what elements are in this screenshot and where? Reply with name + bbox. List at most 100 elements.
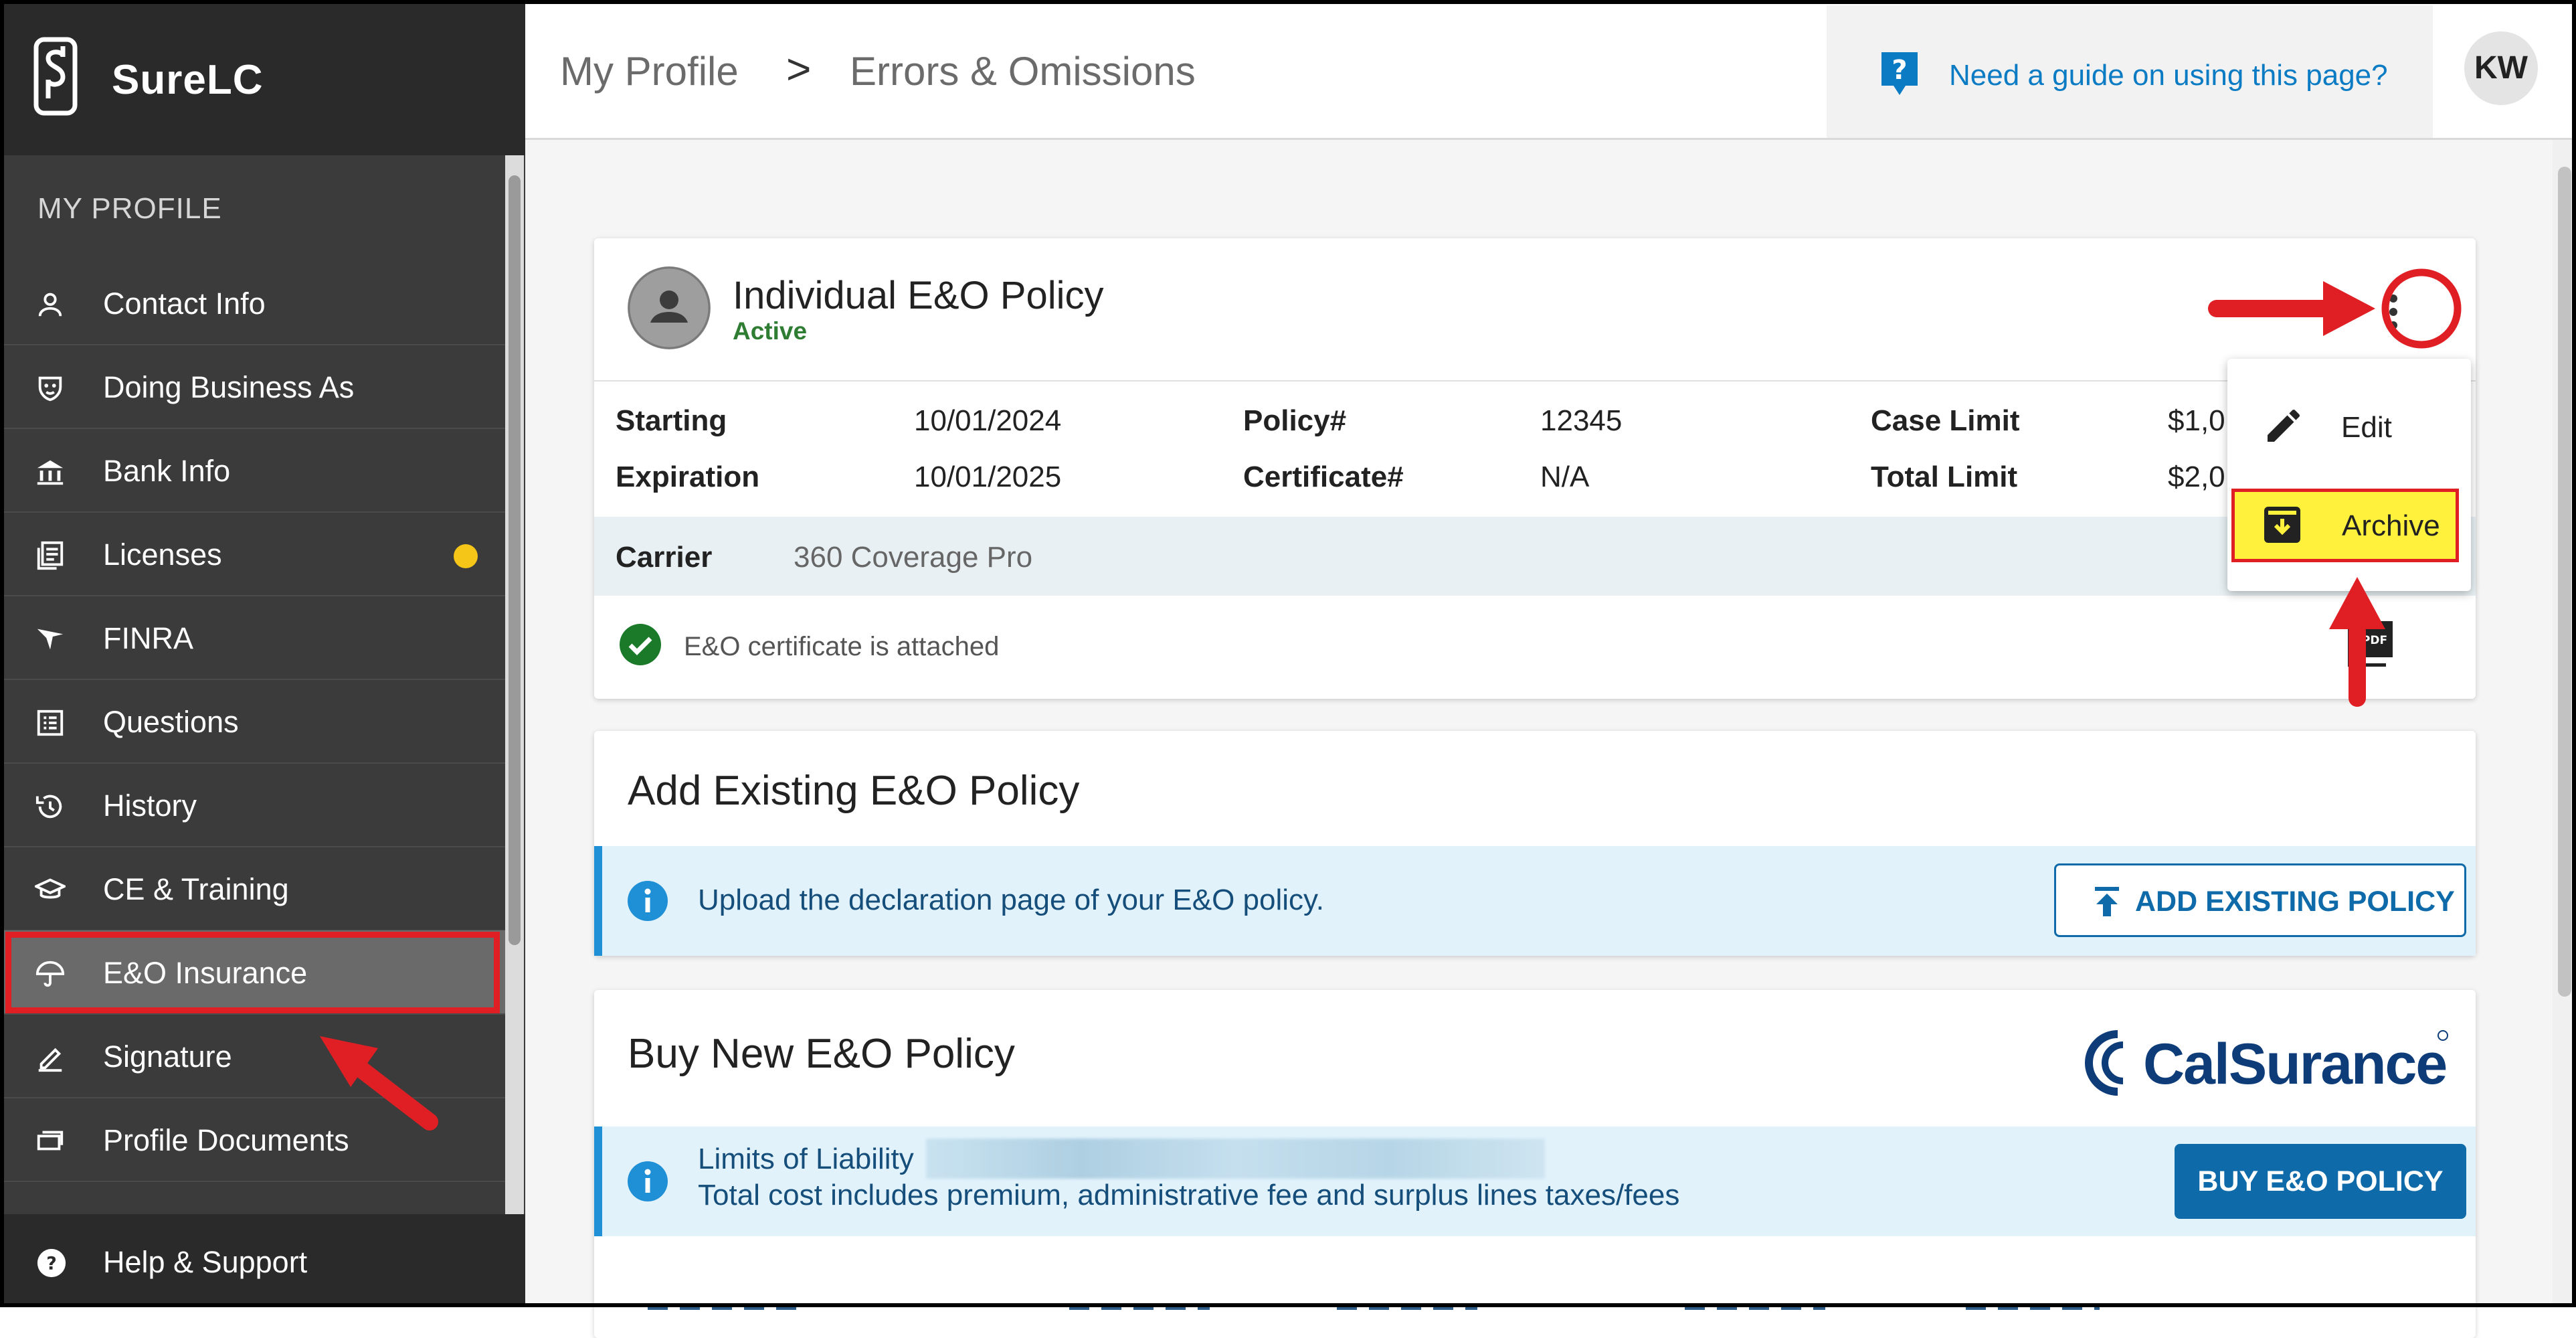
certificate-number-value: N/A: [1540, 461, 1590, 493]
buy-new-info-band: Limits of Liability Total cost includes …: [594, 1126, 2476, 1236]
license-icon: [37, 541, 64, 570]
breadcrumb-separator: >: [786, 45, 812, 93]
mask-icon: [38, 376, 62, 402]
sidebar-item-contact-info[interactable]: Contact Info: [0, 261, 505, 345]
svg-text:?: ?: [1892, 55, 1907, 86]
bank-icon: [37, 460, 64, 485]
info-icon: [628, 1161, 668, 1201]
brand-name: SureLC: [112, 57, 264, 103]
svg-text:?: ?: [46, 1254, 57, 1274]
menu-item-edit[interactable]: Edit: [2341, 411, 2392, 444]
sidebar-item-doing-business-as[interactable]: Doing Business As: [0, 345, 505, 429]
add-existing-card: Add Existing E&O Policy Upload the decla…: [594, 731, 2476, 956]
guide-link-text: Need a guide on using this page?: [1949, 59, 2388, 92]
sidebar: SureLC MY PROFILE Contact Info Doing Bus…: [0, 0, 525, 1307]
info-icon: [628, 881, 668, 921]
cut-off-content: [648, 1307, 2100, 1310]
expiration-value: 10/01/2025: [914, 461, 1062, 493]
policy-divider: [594, 380, 2476, 382]
licenses-alert-badge: [454, 544, 478, 568]
top-header: My Profile > Errors & Omissions ? Need a…: [525, 0, 2576, 140]
sidebar-scroll-thumb[interactable]: [509, 175, 521, 945]
buy-new-title: Buy New E&O Policy: [628, 1031, 1015, 1077]
more-options-icon[interactable]: [2374, 285, 2413, 339]
section-title: MY PROFILE: [37, 192, 222, 225]
certificate-status: E&O certificate is attached: [684, 632, 1000, 661]
sidebar-item-finra[interactable]: FINRA: [0, 596, 505, 680]
pencil-icon: [2268, 409, 2300, 442]
menu-item-archive-label: Archive: [2342, 509, 2440, 542]
sidebar-item-history[interactable]: History: [0, 763, 505, 847]
question-bubble-icon: ?: [1881, 52, 1918, 95]
policy-options-menu: Edit Archive: [2227, 359, 2471, 591]
pen-icon: [38, 1048, 62, 1072]
finra-icon: [37, 629, 64, 650]
sidebar-item-signature[interactable]: Signature: [0, 1014, 505, 1098]
history-icon: [35, 795, 62, 819]
buy-eo-policy-button[interactable]: BUY E&O POLICY: [2175, 1144, 2466, 1219]
certificate-number-label: Certificate#: [1243, 461, 1404, 493]
starting-label: Starting: [616, 404, 727, 437]
brand-header: SureLC: [0, 0, 525, 155]
total-limit-value: $2,0: [2168, 461, 2225, 493]
help-icon: ?: [37, 1248, 66, 1278]
sidebar-item-label: Licenses: [103, 537, 222, 572]
add-existing-policy-button-label: ADD EXISTING POLICY: [2135, 886, 2455, 918]
expiration-label: Expiration: [616, 461, 760, 493]
main-scrollbar[interactable]: [2553, 140, 2576, 1307]
guide-link[interactable]: ? Need a guide on using this page?: [1827, 5, 2433, 138]
policy-avatar-icon: [628, 266, 711, 349]
carrier-value: 360 Coverage Pro: [794, 541, 1033, 574]
carrier-row: Carrier 360 Coverage Pro: [594, 517, 2476, 596]
eo-insurance-highlight: [5, 932, 500, 1013]
policy-status: Active: [733, 317, 808, 345]
add-existing-info-text: Upload the declaration page of your E&O …: [698, 884, 1324, 916]
policy-number-value: 12345: [1540, 404, 1623, 437]
sidebar-item-label: CE & Training: [103, 872, 289, 906]
sidebar-item-label: Questions: [103, 705, 239, 739]
sidebar-item-label: Doing Business As: [103, 370, 355, 404]
carrier-label: Carrier: [616, 541, 713, 574]
user-avatar[interactable]: KW: [2464, 31, 2538, 105]
sidebar-item-label: Signature: [103, 1039, 232, 1074]
calsurance-logo: CalSurance: [2085, 1030, 2448, 1096]
add-existing-title: Add Existing E&O Policy: [628, 768, 1080, 814]
case-limit-value: $1,0: [2168, 404, 2225, 437]
add-existing-policy-button[interactable]: ADD EXISTING POLICY: [2054, 863, 2466, 937]
sidebar-item-label: History: [103, 788, 197, 823]
svg-text:CalSurance: CalSurance: [2143, 1032, 2446, 1096]
policy-number-label: Policy#: [1243, 404, 1347, 437]
sidebar-item-licenses[interactable]: Licenses: [0, 512, 505, 596]
add-existing-info-band: Upload the declaration page of your E&O …: [594, 846, 2476, 956]
sidebar-footer-label: Help & Support: [103, 1245, 308, 1279]
check-circle-icon: [620, 624, 661, 665]
sidebar-item-questions[interactable]: Questions: [0, 679, 505, 764]
sidebar-item-bank-info[interactable]: Bank Info: [0, 428, 505, 513]
sidebar-scrollbar[interactable]: [505, 155, 524, 1214]
person-icon: [38, 292, 62, 317]
total-limit-label: Total Limit: [1871, 461, 2018, 493]
graduation-cap-icon: [35, 878, 66, 899]
sidebar-item-label: Bank Info: [103, 454, 231, 488]
sidebar-item-ce-training[interactable]: CE & Training: [0, 847, 505, 931]
case-limit-label: Case Limit: [1871, 404, 2020, 437]
archive-icon: [2264, 507, 2300, 543]
main-scroll-thumb[interactable]: [2558, 167, 2571, 997]
sidebar-item-help-support[interactable]: ? Help & Support: [0, 1214, 525, 1307]
documents-icon: [37, 1131, 64, 1151]
buy-new-card: Buy New E&O Policy CalSurance Limits of …: [594, 990, 2476, 1338]
policy-title: Individual E&O Policy: [733, 274, 1104, 317]
sidebar-item-profile-documents[interactable]: Profile Documents: [0, 1098, 505, 1182]
list-icon: [37, 709, 64, 736]
upload-icon: [2095, 887, 2119, 916]
total-cost-note: Total cost includes premium, administrat…: [698, 1179, 1680, 1211]
limits-of-liability-label: Limits of Liability: [698, 1143, 914, 1175]
breadcrumb-my-profile[interactable]: My Profile: [560, 48, 739, 94]
breadcrumb-errors-omissions: Errors & Omissions: [850, 49, 1196, 94]
starting-value: 10/01/2024: [914, 404, 1062, 437]
svg-text:PDF: PDF: [2362, 634, 2387, 647]
menu-item-archive[interactable]: Archive: [2231, 489, 2459, 562]
pdf-icon[interactable]: PDF: [2347, 620, 2394, 667]
sidebar-item-label: Profile Documents: [103, 1123, 349, 1157]
sidebar-item-label: FINRA: [103, 621, 193, 655]
